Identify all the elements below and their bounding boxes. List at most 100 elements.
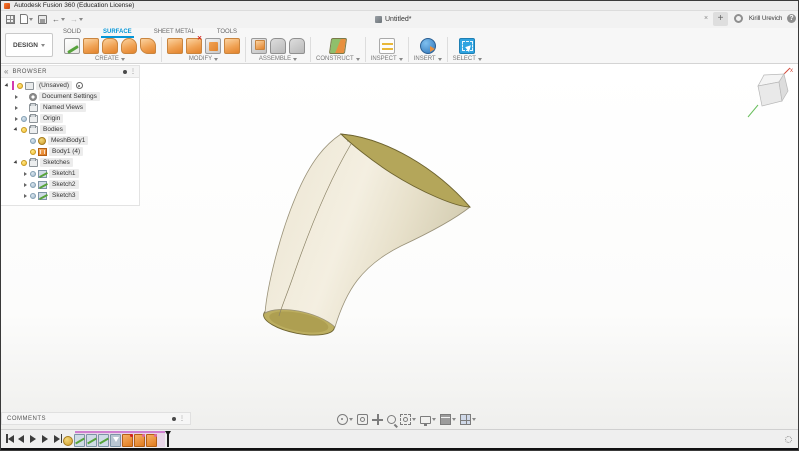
expand-arrow-icon[interactable] [13,161,19,164]
create-sketch-button[interactable] [64,38,80,54]
tree-item-sketch2[interactable]: Sketch2 [1,179,139,190]
group-label-text: INSERT [414,56,436,62]
data-panel-toggle[interactable] [6,15,15,24]
visibility-bulb-icon[interactable] [21,127,27,133]
tree-item-sketch1[interactable]: Sketch1 [1,168,139,179]
look-at-button[interactable] [357,414,368,425]
timeline-settings-gear-icon[interactable] [785,436,792,443]
group-label-create[interactable]: CREATE [95,56,125,62]
group-label-inspect[interactable]: INSPECT [371,56,403,62]
expand-arrow-icon[interactable] [13,106,19,110]
pan-button[interactable] [372,414,383,425]
measure-button[interactable] [379,38,395,54]
activate-component-radio[interactable] [76,82,83,89]
step-back-button[interactable] [18,434,26,443]
press-pull-button[interactable] [167,38,183,54]
expand-arrow-icon[interactable] [22,183,28,187]
timeline-item-surface-feature[interactable] [110,434,121,447]
expand-arrow-icon[interactable] [22,172,28,176]
file-menu-button[interactable] [20,14,33,24]
revolve-button[interactable] [121,38,137,54]
job-status-icon[interactable] [734,14,743,23]
visibility-bulb-icon[interactable] [30,149,36,155]
expand-arrow-icon[interactable] [4,84,10,87]
document-tab[interactable]: Untitled* [369,12,417,27]
tab-solid[interactable]: SOLID [61,28,83,37]
timeline-item-mesh-body[interactable] [63,436,73,446]
fit-button[interactable] [400,414,416,425]
new-component-button[interactable] [251,38,267,54]
group-label-assemble[interactable]: ASSEMBLE [259,56,297,62]
timeline-item-sketch[interactable] [74,434,85,447]
undo-button[interactable]: ← [52,15,65,24]
panel-dot-icon[interactable] [123,70,127,74]
panel-more-icon[interactable]: ⋮ [130,68,136,75]
visibility-bulb-icon[interactable] [30,138,36,144]
move-button[interactable] [205,38,221,54]
expand-arrow-icon[interactable] [22,194,28,198]
visibility-bulb-icon[interactable] [30,193,36,199]
step-forward-button[interactable] [42,434,50,443]
group-label-construct[interactable]: CONSTRUCT [316,56,360,62]
trim-button[interactable] [186,38,202,54]
help-button[interactable]: ? [787,14,796,23]
timeline-item-sketch[interactable] [86,434,97,447]
user-account-button[interactable]: Kirill Urevich [749,16,782,22]
tree-item-bodies[interactable]: Bodies [1,124,139,135]
timeline-item-boundary-fill[interactable] [146,434,157,447]
new-document-tab-button[interactable]: + [713,12,728,26]
timeline-item-stitch[interactable] [122,434,133,447]
redo-button[interactable]: → [70,15,83,24]
expand-arrow-icon[interactable] [13,117,19,121]
select-button[interactable] [459,38,475,54]
tree-item-sketches[interactable]: Sketches [1,157,139,168]
visibility-bulb-icon[interactable] [17,83,23,89]
close-tab-button[interactable]: × [701,13,711,25]
timeline-playhead[interactable] [167,431,169,447]
group-label-modify[interactable]: MODIFY [189,56,218,62]
zoom-button[interactable] [387,415,396,424]
save-button[interactable] [38,15,47,24]
expand-arrow-icon[interactable] [13,128,19,131]
timeline-item-boundary-fill[interactable] [134,434,145,447]
layout-grid-button[interactable] [440,414,456,425]
construction-plane-button[interactable] [329,38,347,54]
group-label-select[interactable]: SELECT [453,56,482,62]
go-to-start-button[interactable] [6,434,14,443]
display-settings-button[interactable] [420,416,436,424]
go-to-end-button[interactable] [54,434,62,443]
viewcube[interactable]: x [743,64,797,122]
group-label-text: CREATE [95,56,119,62]
sweep-button[interactable] [140,38,156,54]
tree-item-body1-4[interactable]: Body1 (4) [1,146,139,157]
tree-item-meshbody1[interactable]: MeshBody1 [1,135,139,146]
visibility-bulb-icon[interactable] [21,160,27,166]
joint-button[interactable] [270,38,286,54]
expand-arrow-icon[interactable] [13,95,19,99]
workspace-selector[interactable]: DESIGN [5,33,53,57]
collapse-panel-icon[interactable]: « [4,67,8,77]
play-button[interactable] [30,434,38,443]
visibility-bulb-icon[interactable] [30,171,36,177]
viewports-button[interactable] [460,414,476,425]
extrude-button[interactable] [83,38,99,54]
tree-item-origin[interactable]: Origin [1,113,139,124]
patch-button[interactable] [102,38,118,54]
visibility-bulb-icon[interactable] [30,182,36,188]
visibility-bulb-icon[interactable] [21,116,27,122]
tree-item-named-views[interactable]: Named Views [1,102,139,113]
reverse-normal-button[interactable] [224,38,240,54]
model-body-surface[interactable] [251,96,491,361]
tree-item-sketch3[interactable]: Sketch3 [1,190,139,201]
orbit-button[interactable] [337,414,353,425]
tree-item-document-settings[interactable]: Document Settings [1,91,139,102]
group-label-insert[interactable]: INSERT [414,56,442,62]
tree-item-unsaved[interactable]: (Unsaved) [1,80,139,91]
tab-sheet-metal[interactable]: SHEET METAL [152,28,197,37]
insert-mesh-button[interactable] [420,38,436,54]
tab-tools[interactable]: TOOLS [215,28,239,37]
timeline-item-sketch[interactable] [98,434,109,447]
as-built-joint-button[interactable] [289,38,305,54]
comments-panel[interactable]: COMMENTS ⋮ [1,412,191,425]
tab-surface[interactable]: SURFACE [101,28,134,37]
